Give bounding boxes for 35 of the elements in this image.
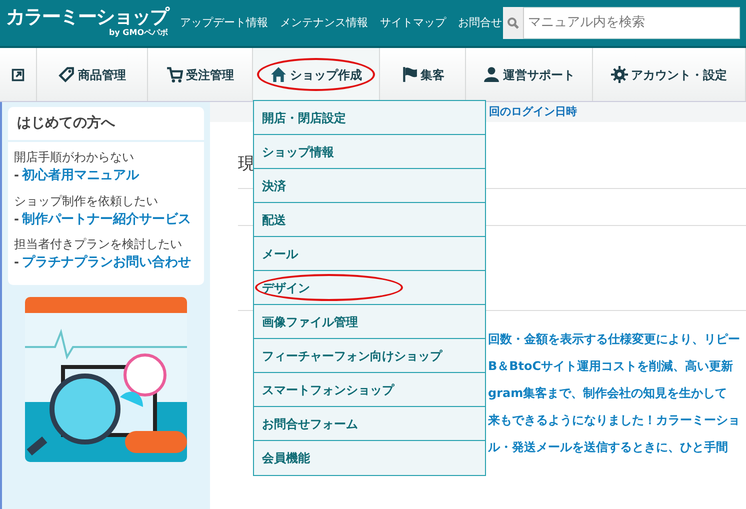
nav-tab[interactable]: ショップ作成 <box>253 48 380 101</box>
help-link[interactable]: 初心者用マニュアル <box>22 166 139 186</box>
help-link[interactable]: 制作パートナー紹介サービス <box>22 210 191 229</box>
news-link[interactable]: 来もできるようになりました！カラーミーショ <box>488 412 740 428</box>
news-link[interactable]: gram集客まで、制作会社の知見を生かして <box>488 384 728 402</box>
news-link[interactable]: 回数・金額を表示する仕様変更により、リピー <box>488 330 740 348</box>
flag-icon <box>400 66 418 83</box>
tag-icon <box>58 66 75 83</box>
nav-tab[interactable]: アカウント・設定 <box>593 48 746 101</box>
bullet-dash: - <box>14 254 19 271</box>
help-text: 担当者付きプランを検討したい <box>14 236 183 253</box>
external-link-icon <box>11 68 25 82</box>
header-link[interactable]: メンテナンス情報 <box>280 14 368 32</box>
help-text: 開店手順がわからない <box>14 149 135 166</box>
logo[interactable]: カラーミーショップ <box>6 8 168 26</box>
header-link[interactable]: アップデート情報 <box>180 14 268 32</box>
search-field[interactable]: マニュアル内を検索 <box>523 7 740 39</box>
header-link[interactable]: お問合せ <box>458 14 502 32</box>
dropdown-item[interactable]: デザイン <box>254 271 485 305</box>
cart-icon <box>166 66 183 83</box>
sidebar-title: はじめての方へ <box>8 107 204 142</box>
help-link[interactable]: プラチナプランお問い合わせ <box>22 253 191 272</box>
news-link[interactable]: B＆BtoCサイト運用コストを削減、高い更新 <box>488 358 734 374</box>
header-link[interactable]: サイトマップ <box>380 14 446 32</box>
person-icon <box>483 66 500 83</box>
logo-subtitle: by GMOペパボ <box>108 26 168 38</box>
nav-tab[interactable]: 商品管理 <box>37 48 148 101</box>
news-link[interactable]: ル・発送メールを送信するときに、ひと手間 <box>488 438 728 456</box>
home-icon <box>270 66 287 83</box>
settings-icon <box>611 66 628 83</box>
search-icon <box>503 7 523 39</box>
bullet-dash: - <box>14 210 19 228</box>
bullet-dash: - <box>14 167 19 184</box>
help-text: ショップ制作を依頼したい <box>14 192 159 210</box>
section-heading: 現 <box>238 153 255 176</box>
